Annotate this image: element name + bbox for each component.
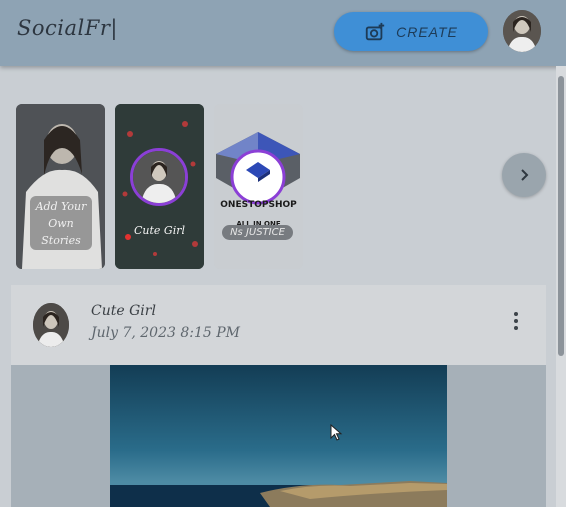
post-date: July 7, 2023 8:15 PM (91, 325, 240, 341)
create-button-label: CREATE (396, 23, 458, 40)
add-story-label: Add Your Own Stories (30, 196, 92, 250)
page-scrollbar[interactable] (556, 66, 566, 507)
post-image[interactable] (110, 365, 447, 507)
chevron-right-icon (521, 169, 529, 181)
more-vert-icon (514, 312, 518, 316)
profile-avatar[interactable] (503, 10, 541, 52)
create-button[interactable]: CREATE (334, 12, 488, 51)
story-ring (130, 148, 188, 206)
onestopshop-logo (214, 104, 303, 269)
story-badge: Ns JUSTICE (222, 225, 293, 240)
post-card: Cute Girl July 7, 2023 8:15 PM (11, 285, 546, 507)
cursor-icon (330, 424, 343, 441)
add-story-card[interactable]: Add Your Own Stories (16, 104, 105, 269)
story-title: ONESTOPSHOP (220, 200, 297, 210)
story-name: Cute Girl (133, 224, 185, 237)
top-app-bar: SocialFr| CREATE (0, 0, 566, 66)
app-logo[interactable]: SocialFr| (17, 16, 118, 40)
camera-add-icon (365, 22, 385, 40)
story-card-cute-girl[interactable]: Cute Girl (115, 104, 204, 269)
stories-next-button[interactable] (502, 153, 546, 197)
scrollbar-thumb[interactable] (558, 76, 564, 356)
story-card-onestopshop[interactable]: ONESTOPSHOP ALL IN ONE Ns JUSTICE (214, 104, 303, 269)
post-author-avatar[interactable] (33, 303, 69, 347)
post-more-button[interactable] (507, 307, 525, 335)
post-author-name[interactable]: Cute Girl (91, 303, 156, 319)
post-header: Cute Girl July 7, 2023 8:15 PM (11, 285, 546, 365)
